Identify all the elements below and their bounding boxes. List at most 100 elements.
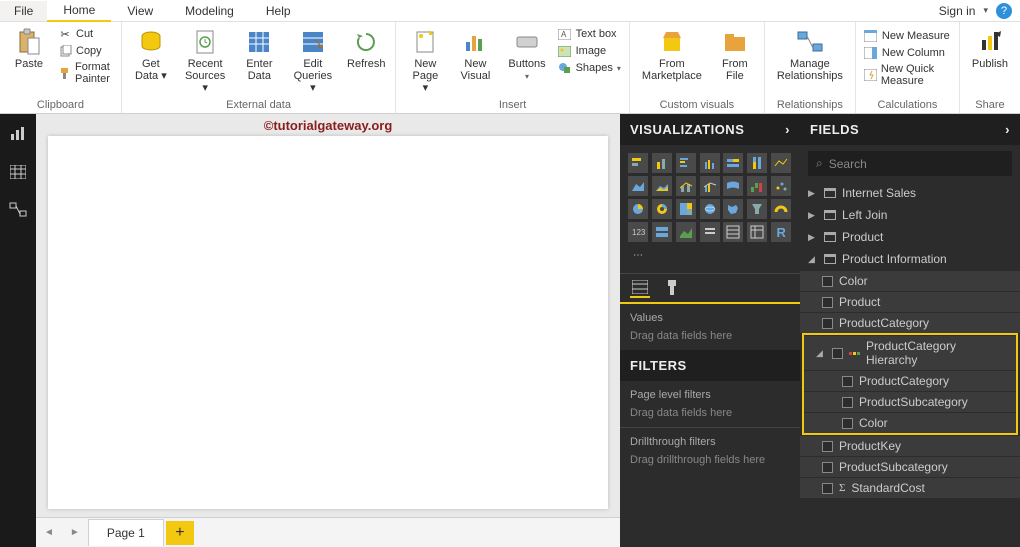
from-file-button[interactable]: FromFile <box>712 24 758 82</box>
tab-help[interactable]: Help <box>250 1 307 21</box>
cut-button[interactable]: ✂Cut <box>56 26 115 42</box>
from-marketplace-button[interactable]: FromMarketplace <box>636 24 708 82</box>
viz-multi-card[interactable] <box>652 222 672 242</box>
viz-gauge[interactable] <box>771 199 791 219</box>
viz-stacked-bar[interactable] <box>628 153 648 173</box>
viz-table[interactable] <box>723 222 743 242</box>
viz-donut[interactable] <box>652 199 672 219</box>
edit-queries-button[interactable]: EditQueries ▾ <box>286 24 339 94</box>
viz-filled-map[interactable] <box>723 199 743 219</box>
page-tab-1[interactable]: Page 1 <box>88 519 164 546</box>
fields-tab-button[interactable] <box>630 278 650 298</box>
field-productcategory[interactable]: ProductCategory <box>800 312 1020 333</box>
checkbox[interactable] <box>822 483 833 494</box>
viz-kpi[interactable] <box>676 222 696 242</box>
viz-100-bar[interactable] <box>723 153 743 173</box>
field-h-category[interactable]: ProductCategory <box>804 370 1016 391</box>
tab-view[interactable]: View <box>111 1 169 21</box>
checkbox[interactable] <box>822 297 833 308</box>
viz-clustered-bar[interactable] <box>676 153 696 173</box>
viz-line-column[interactable] <box>676 176 696 196</box>
refresh-button[interactable]: Refresh <box>343 24 389 70</box>
search-input[interactable]: ⌕ Search <box>808 151 1012 176</box>
paste-button[interactable]: Paste <box>6 24 52 70</box>
file-menu[interactable]: File <box>0 1 47 21</box>
viz-map[interactable] <box>700 199 720 219</box>
new-column-button[interactable]: New Column <box>862 45 953 61</box>
next-page-button[interactable]: ► <box>62 527 88 538</box>
textbox-button[interactable]: AText box <box>556 26 623 42</box>
viz-more[interactable]: ⋯ <box>628 245 648 265</box>
field-standardcost[interactable]: ΣStandardCost <box>800 477 1020 498</box>
viz-funnel[interactable] <box>747 199 767 219</box>
viz-line[interactable] <box>771 153 791 173</box>
prev-page-button[interactable]: ◄ <box>36 527 62 538</box>
manage-relationships-button[interactable]: ManageRelationships <box>771 24 849 82</box>
copy-button[interactable]: Copy <box>56 43 115 59</box>
tab-home[interactable]: Home <box>47 0 111 22</box>
table-internet-sales[interactable]: ▶Internet Sales <box>800 182 1020 204</box>
svg-text:123: 123 <box>632 228 645 237</box>
checkbox[interactable] <box>842 376 853 387</box>
checkbox[interactable] <box>822 462 833 473</box>
viz-ribbon[interactable] <box>723 176 743 196</box>
viz-waterfall[interactable] <box>747 176 767 196</box>
recent-sources-button[interactable]: RecentSources ▾ <box>178 24 233 94</box>
viz-scatter[interactable] <box>771 176 791 196</box>
table-product-information[interactable]: ◢Product Information <box>800 248 1020 270</box>
report-view-button[interactable] <box>6 122 30 146</box>
viz-matrix[interactable] <box>747 222 767 242</box>
viz-stacked-column[interactable] <box>652 153 672 173</box>
model-view-button[interactable] <box>6 198 30 222</box>
new-visual-button[interactable]: NewVisual <box>452 24 498 82</box>
checkbox[interactable] <box>822 318 833 329</box>
table-left-join[interactable]: ▶Left Join <box>800 204 1020 226</box>
get-data-button[interactable]: GetData ▾ <box>128 24 174 82</box>
viz-treemap[interactable] <box>676 199 696 219</box>
viz-line-clustered[interactable] <box>700 176 720 196</box>
field-color[interactable]: Color <box>800 270 1020 291</box>
checkbox[interactable] <box>822 441 833 452</box>
format-painter-button[interactable]: Format Painter <box>56 60 115 86</box>
values-well[interactable]: Values Drag data fields here <box>620 304 800 350</box>
drillthrough-well[interactable]: Drillthrough filters Drag drillthrough f… <box>620 427 800 474</box>
viz-stacked-area[interactable] <box>652 176 672 196</box>
checkbox[interactable] <box>832 348 843 359</box>
viz-r[interactable]: R <box>771 222 791 242</box>
checkbox[interactable] <box>822 276 833 287</box>
field-h-subcategory[interactable]: ProductSubcategory <box>804 391 1016 412</box>
report-canvas[interactable] <box>48 136 608 509</box>
viz-pie[interactable] <box>628 199 648 219</box>
collapse-fields-icon[interactable]: › <box>1005 122 1010 137</box>
page-filters-well[interactable]: Page level filters Drag data fields here <box>620 381 800 427</box>
collapse-icon[interactable]: › <box>785 122 790 137</box>
new-measure-button[interactable]: New Measure <box>862 28 953 44</box>
help-icon[interactable]: ? <box>996 3 1012 19</box>
field-productsubcategory[interactable]: ProductSubcategory <box>800 456 1020 477</box>
field-product[interactable]: Product <box>800 291 1020 312</box>
table-product[interactable]: ▶Product <box>800 226 1020 248</box>
image-button[interactable]: Image <box>556 43 623 59</box>
add-page-button[interactable]: + <box>166 521 194 545</box>
enter-data-button[interactable]: EnterData <box>236 24 282 82</box>
signin-link[interactable]: Sign in <box>939 4 976 18</box>
viz-card[interactable]: 123 <box>628 222 648 242</box>
shapes-button[interactable]: Shapes ▾ <box>556 60 623 76</box>
viz-100-column[interactable] <box>747 153 767 173</box>
viz-clustered-column[interactable] <box>700 153 720 173</box>
data-view-button[interactable] <box>6 160 30 184</box>
checkbox[interactable] <box>842 418 853 429</box>
buttons-button[interactable]: Buttons▾ <box>502 24 551 82</box>
format-tab-button[interactable] <box>662 278 682 298</box>
new-quick-measure-button[interactable]: New Quick Measure <box>862 62 953 88</box>
publish-button[interactable]: Publish <box>966 24 1014 70</box>
field-h-color[interactable]: Color <box>804 412 1016 433</box>
new-page-button[interactable]: NewPage ▾ <box>402 24 448 94</box>
viz-slicer[interactable] <box>700 222 720 242</box>
checkbox[interactable] <box>842 397 853 408</box>
tab-modeling[interactable]: Modeling <box>169 1 250 21</box>
field-hierarchy[interactable]: ◢ProductCategory Hierarchy <box>804 335 1016 370</box>
viz-area[interactable] <box>628 176 648 196</box>
chevron-down-icon[interactable]: ▾ <box>983 5 988 16</box>
field-productkey[interactable]: ProductKey <box>800 435 1020 456</box>
